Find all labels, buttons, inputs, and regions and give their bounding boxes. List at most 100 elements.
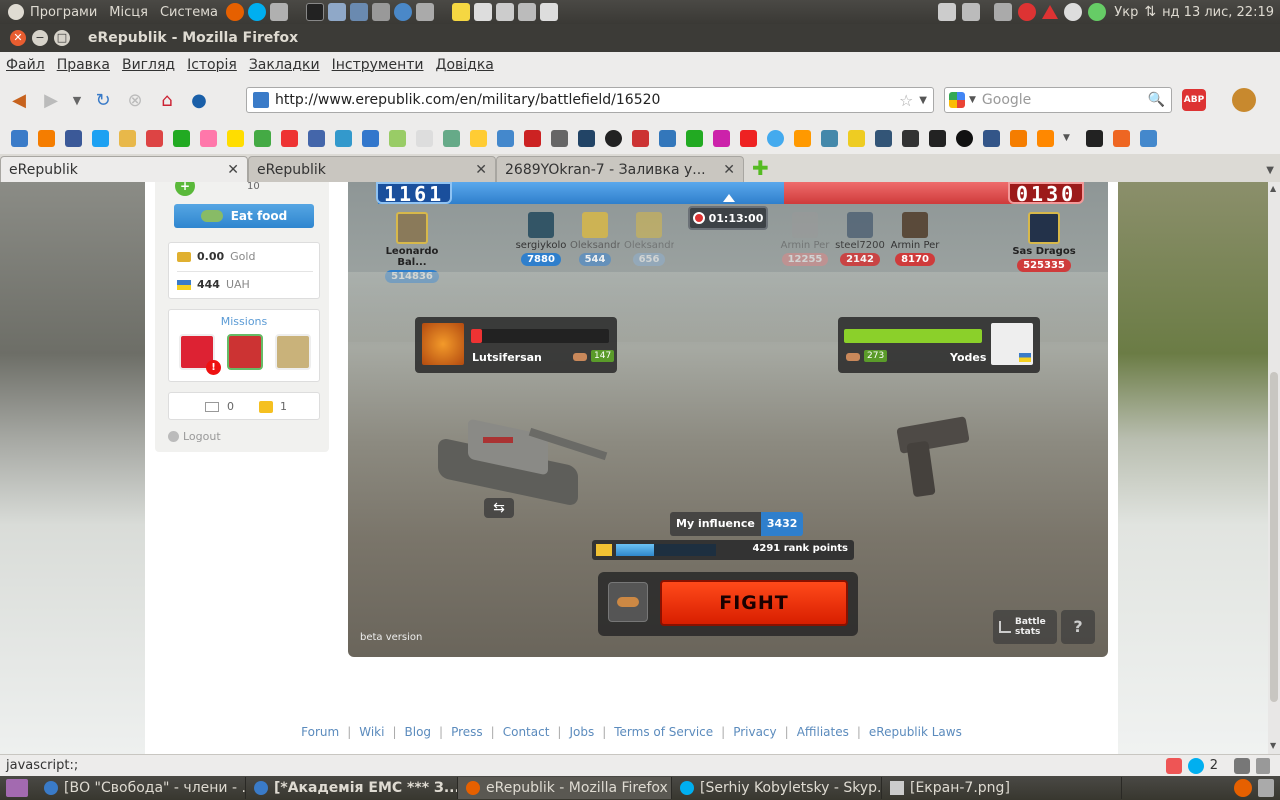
trash-icon[interactable] [1256,757,1270,774]
bookmark-face-icon[interactable] [119,129,136,147]
history-dropdown-icon[interactable]: ▼ [70,87,84,113]
back-arrow-icon[interactable]: ◀ [6,87,32,113]
bookmark-feather-icon[interactable] [308,129,325,147]
bookmark-gmail-icon[interactable] [146,129,163,147]
bookmark-20-icon[interactable] [578,129,595,147]
bookmark-xbox-icon[interactable] [686,129,703,147]
bookmark-hc-icon[interactable] [713,129,730,147]
bookmark-mask-icon[interactable] [470,129,487,147]
ie-tab-icon[interactable]: ● [186,87,212,113]
bookmark-fire-icon[interactable] [1112,129,1130,147]
bookmark-tb-icon[interactable] [659,129,676,147]
tab-erepublik-2[interactable]: eRepublik ✕ [248,156,496,182]
bookmark-twitter-icon[interactable] [92,129,109,147]
bookmark-plane-icon[interactable] [335,129,352,147]
search-icon[interactable]: 🔍 [1148,92,1165,108]
right-top-fighter-3[interactable]: Armin Per 8170 [890,212,940,266]
network-launcher-icon[interactable] [393,3,412,21]
bookmark-ml-icon[interactable] [281,129,298,147]
close-window-button[interactable]: ✕ [10,30,26,46]
bookmark-hand-icon[interactable] [362,129,379,147]
google-engine-icon[interactable] [949,92,965,108]
bookmark-figure-icon[interactable] [173,129,190,147]
bookmark-rss-stack-icon[interactable] [794,129,811,147]
calc-launcher-icon[interactable] [415,3,434,21]
bookmark-star-icon[interactable]: ☆ [899,91,913,110]
bookmark-ball-icon[interactable] [956,129,973,147]
eat-food-button[interactable]: Eat food [174,204,314,228]
bookmark-a-icon[interactable] [1085,129,1103,147]
taskbar-item-skype[interactable]: [Serhiy Kobyletsky - Skyp... [672,777,882,799]
keyboard-layout[interactable]: Укр [1114,5,1138,20]
footer-link[interactable]: Contact [503,725,550,739]
right-top-fighter-1[interactable]: Armin Per 12255 [780,212,830,266]
fight-button[interactable]: FIGHT [660,580,848,626]
skype-status-icon[interactable] [1187,757,1204,774]
left-top-fighter-2[interactable]: Oleksandr 544 [570,212,620,266]
scroll-down-icon[interactable]: ▼ [1270,741,1276,750]
bookmark-star-icon[interactable] [848,129,865,147]
greasemonkey-icon[interactable] [1232,88,1256,112]
printer-icon[interactable] [938,3,957,21]
trash-tray-icon[interactable] [1258,779,1274,797]
search-bar[interactable]: ▼ Google 🔍 [944,87,1172,113]
footer-link[interactable]: Jobs [569,725,594,739]
menu-view[interactable]: Вигляд [116,57,181,73]
left-top-fighter-3[interactable]: Oleksandr 656 [624,212,674,266]
maximize-window-button[interactable]: □ [54,30,70,46]
firefox-launcher-icon[interactable] [225,3,244,21]
vertical-scrollbar[interactable]: ▲ ▼ [1268,182,1280,754]
url-text[interactable]: http://www.erepublik.com/en/military/bat… [275,92,660,108]
taskbar-item-screenshot[interactable]: [Екран-7.png] [882,777,1122,799]
firefox-tray-icon[interactable] [1234,779,1252,797]
minimize-window-button[interactable]: − [32,30,48,46]
monitor-launcher-icon[interactable] [349,3,368,21]
tab-image-upload[interactable]: 2689YOkran-7 - Заливка у... ✕ [496,156,744,182]
clock[interactable]: нд 13 лис, 22:19 [1162,5,1274,20]
bookmark-blogger2-icon[interactable] [1010,129,1027,147]
mission-fist-icon[interactable] [227,334,263,370]
adblock-icon[interactable]: ABP [1182,89,1206,111]
bookmark-trident-icon[interactable] [227,129,244,147]
logout-link[interactable]: Logout [168,430,221,443]
stop-icon[interactable]: ⊗ [122,87,148,113]
scroll-up-icon[interactable]: ▲ [1270,184,1276,193]
mail-icon[interactable] [1064,3,1083,21]
reload-icon[interactable]: ↻ [90,87,116,113]
bookmark-person-icon[interactable] [983,129,1000,147]
footer-link[interactable]: Forum [301,725,339,739]
search-input[interactable]: Google [982,92,1031,108]
bookmarks-more-icon[interactable]: ▼ [1063,133,1070,143]
writer-launcher-icon[interactable] [539,3,558,21]
bookmark-flag-icon[interactable] [389,129,406,147]
menu-file[interactable]: Файл [0,57,51,73]
bookmark-hh-icon[interactable] [821,129,838,147]
footer-link[interactable]: Blog [405,725,432,739]
menu-history[interactable]: Історія [181,57,243,73]
bookmark-zz-icon[interactable] [551,129,568,147]
url-bar[interactable]: http://www.erepublik.com/en/military/bat… [246,87,934,113]
mission-clock-icon[interactable] [275,334,311,370]
url-dropdown-icon[interactable]: ▼ [919,95,927,106]
right-hero[interactable]: Sas Dragos 525335 [1008,212,1080,272]
footer-link[interactable]: Privacy [733,725,776,739]
sync-icon[interactable] [1234,757,1250,774]
bookmark-youtube-icon[interactable] [740,129,757,147]
menu-tools[interactable]: Інструменти [326,57,430,73]
editor-launcher-icon[interactable] [473,3,492,21]
taskbar-item-academy[interactable]: [*Академія ЕМС *** З... [246,777,458,799]
bookmark-blogger-icon[interactable] [38,129,55,147]
tool-launcher-icon[interactable] [371,3,390,21]
messages-icon[interactable] [205,402,219,412]
menu-bookmarks[interactable]: Закладки [243,57,326,73]
chat-icon[interactable] [1088,3,1107,21]
close-tab-icon[interactable]: ✕ [723,162,735,178]
bookmark-bird-icon[interactable] [875,129,892,147]
scrollbar-thumb[interactable] [1270,372,1278,702]
player-name[interactable]: Lutsifersan [472,351,542,364]
bookmark-rss-icon[interactable] [1037,129,1054,147]
bookmark-chart-icon[interactable] [497,129,514,147]
power-icon[interactable] [1018,3,1037,21]
tab-list-dropdown-icon[interactable]: ▼ [1266,165,1274,176]
bookmark-grid-icon[interactable] [632,129,649,147]
